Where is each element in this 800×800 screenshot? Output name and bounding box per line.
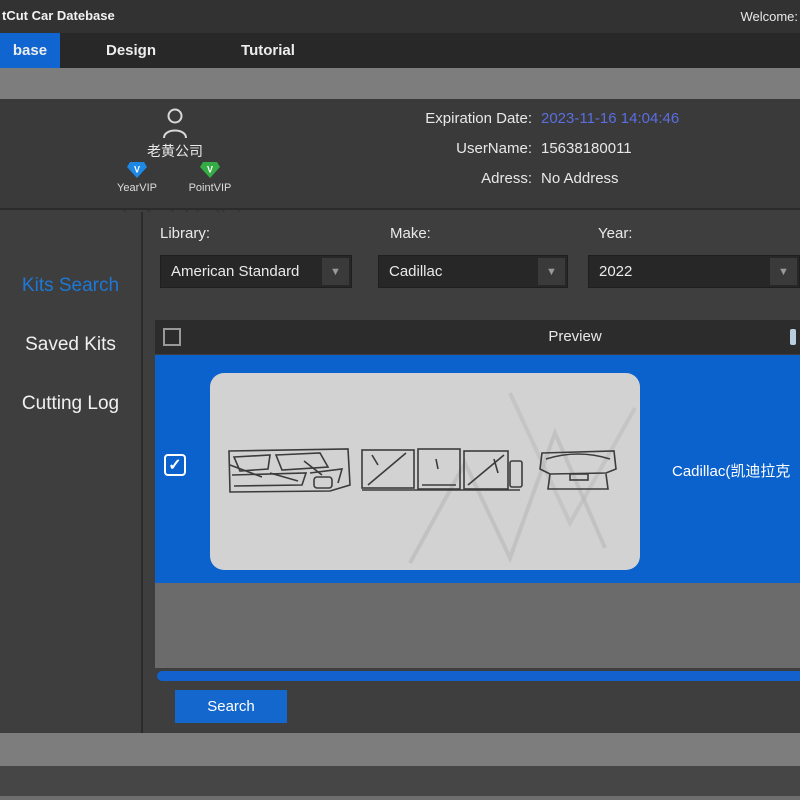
chevron-down-icon[interactable]: ▼ — [770, 258, 797, 285]
bottom-dark-band — [0, 766, 800, 796]
horizontal-scrollbar[interactable] — [157, 671, 800, 681]
kit-preview-image — [210, 373, 640, 570]
expiration-row: Expiration Date: 2023-11-16 14:04:46 — [400, 110, 800, 130]
header-separator-band — [0, 68, 800, 99]
sidebar-item-kits-search[interactable]: Kits Search — [0, 275, 141, 297]
company-name: 老黄公司 — [115, 141, 235, 161]
username-label: UserName: — [400, 140, 532, 160]
year-vip-label: YearVIP — [117, 182, 157, 194]
row-checkbox-checked[interactable]: ✓ — [164, 454, 186, 476]
user-info-panel: 老黄公司 V YearVIP V PointVIP Expiration Dat… — [0, 99, 800, 210]
sidebar-divider — [141, 212, 143, 733]
make-label: Make: — [390, 225, 431, 242]
svg-text:V: V — [207, 165, 213, 175]
tab-database[interactable]: base — [0, 33, 60, 68]
make-select-value: Cadillac — [379, 263, 538, 280]
username-value: 15638180011 — [541, 140, 632, 160]
library-select-value: American Standard — [161, 263, 322, 280]
table-empty-area — [155, 583, 800, 668]
result-row-cadillac[interactable]: ✓ — [155, 355, 800, 583]
year-label: Year: — [598, 225, 632, 242]
preview-column-header: Preview — [385, 328, 765, 345]
tab-bar: base Design Tutorial — [0, 33, 800, 68]
title-bar: tCut Car Datebase Welcome: — [0, 0, 800, 33]
address-row: Adress: No Address — [400, 170, 800, 190]
app-window: GW GW GW tCut Car Datebase Welcome: base… — [0, 0, 800, 800]
library-select[interactable]: American Standard ▼ — [160, 255, 352, 288]
main-area: Kits Search Saved Kits Cutting Log Libra… — [0, 212, 800, 733]
user-avatar-icon — [162, 107, 188, 139]
sidebar-item-saved-kits[interactable]: Saved Kits — [0, 334, 141, 356]
chevron-down-icon[interactable]: ▼ — [538, 258, 565, 285]
year-vip-badge: V YearVIP — [111, 161, 163, 194]
year-select-value: 2022 — [589, 263, 770, 280]
year-select[interactable]: 2022 ▼ — [588, 255, 800, 288]
library-label: Library: — [160, 225, 210, 242]
welcome-text: Welcome: — [740, 9, 798, 24]
make-select[interactable]: Cadillac ▼ — [378, 255, 568, 288]
point-vip-badge: V PointVIP — [184, 161, 236, 194]
expiration-value: 2023-11-16 14:04:46 — [541, 110, 679, 130]
username-row: UserName: 15638180011 — [400, 140, 800, 160]
select-all-checkbox[interactable] — [163, 328, 181, 346]
point-vip-icon: V — [200, 161, 220, 179]
vertical-scrollbar-thumb[interactable] — [790, 329, 796, 345]
chevron-down-icon[interactable]: ▼ — [322, 258, 349, 285]
expiration-label: Expiration Date: — [400, 110, 532, 130]
kit-name: Cadillac(凯迪拉克 — [672, 460, 790, 481]
app-title: tCut Car Datebase — [2, 8, 115, 23]
year-vip-icon: V — [127, 161, 147, 179]
address-label: Adress: — [400, 170, 532, 190]
tab-design[interactable]: Design — [96, 33, 166, 68]
bottom-gray-band — [0, 733, 800, 766]
sidebar-item-cutting-log[interactable]: Cutting Log — [0, 393, 141, 415]
tab-tutorial[interactable]: Tutorial — [230, 33, 306, 68]
search-button[interactable]: Search — [175, 690, 287, 723]
bottom-strip — [0, 796, 800, 800]
table-header: Preview — [155, 320, 800, 354]
point-vip-label: PointVIP — [189, 182, 232, 194]
svg-text:V: V — [134, 165, 140, 175]
address-value: No Address — [541, 170, 619, 190]
